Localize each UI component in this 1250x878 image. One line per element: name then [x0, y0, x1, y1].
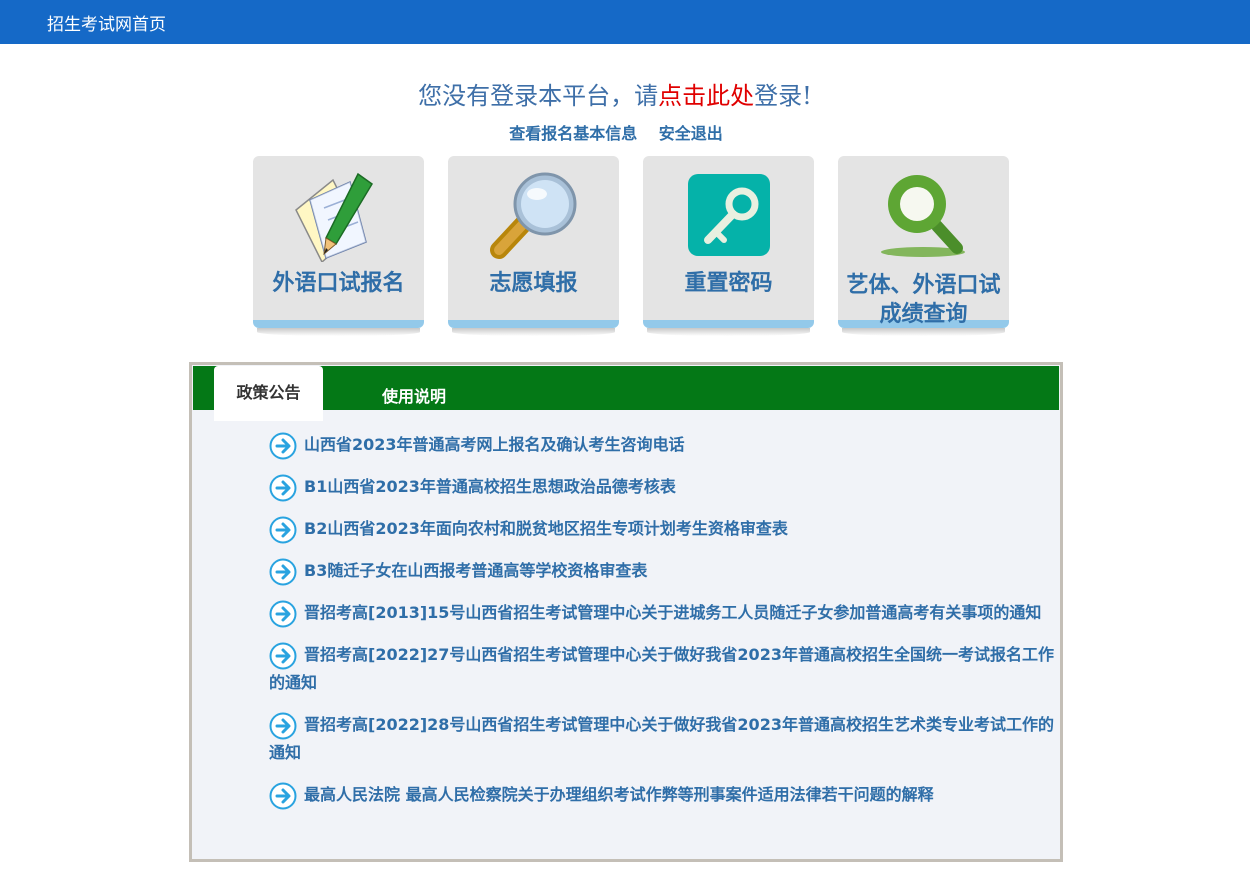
- news-item[interactable]: 晋招考高[2022]27号山西省招生考试管理中心关于做好我省2023年普通高校招…: [269, 641, 1064, 697]
- key-icon: [688, 174, 770, 256]
- news-title: 山西省2023年普通高考网上报名及确认考生咨询电话: [304, 435, 685, 454]
- tab-bar: 政策公告 使用说明: [193, 366, 1059, 421]
- news-item[interactable]: B1山西省2023年普通高校招生思想政治品德考核表: [269, 473, 1064, 502]
- arrow-right-icon: [269, 432, 297, 460]
- home-link[interactable]: 招生考试网首页: [47, 10, 166, 35]
- search-icon: [881, 175, 965, 257]
- tile-shadow: [452, 328, 615, 336]
- tile-shadow: [842, 328, 1005, 336]
- news-item[interactable]: 晋招考高[2022]28号山西省招生考试管理中心关于做好我省2023年普通高校招…: [269, 711, 1064, 767]
- notice-panel: 政策公告 使用说明 山西省2023年普通高考网上报名及确认考生咨询电话 B1山西…: [189, 362, 1063, 862]
- arrow-right-icon: [269, 474, 297, 502]
- logout-link[interactable]: 安全退出: [659, 124, 723, 143]
- top-bar: 招生考试网首页: [0, 0, 1250, 44]
- arrow-right-icon: [269, 642, 297, 670]
- pen-paper-icon: [295, 172, 373, 262]
- arrow-right-icon: [269, 558, 297, 586]
- tile-shadow: [257, 328, 420, 336]
- top-links: 查看报名基本信息 安全退出: [0, 120, 1232, 144]
- arrow-right-icon: [269, 516, 297, 544]
- login-prompt-text: 您没有登录本平台，请: [418, 82, 659, 110]
- news-title: B1山西省2023年普通高校招生思想政治品德考核表: [304, 477, 676, 496]
- news-title: B2山西省2023年面向农村和脱贫地区招生专项计划考生资格审查表: [304, 519, 788, 538]
- tile-reset-password[interactable]: 重置密码: [643, 156, 814, 336]
- news-item[interactable]: 晋招考高[2013]15号山西省招生考试管理中心关于进城务工人员随迁子女参加普通…: [269, 599, 1064, 628]
- tile-oral-exam-signup[interactable]: 外语口试报名: [253, 156, 424, 336]
- news-list: 山西省2023年普通高考网上报名及确认考生咨询电话 B1山西省2023年普通高校…: [269, 431, 1064, 823]
- login-link[interactable]: 点击此处: [658, 82, 754, 110]
- tile-label: 志愿填报: [489, 271, 578, 296]
- news-item[interactable]: B2山西省2023年面向农村和脱贫地区招生专项计划考生资格审查表: [269, 515, 1064, 544]
- tile-label: 重置密码: [684, 271, 773, 296]
- view-info-link[interactable]: 查看报名基本信息: [509, 124, 637, 143]
- magnifier-icon: [490, 172, 577, 259]
- news-title: 晋招考高[2013]15号山西省招生考试管理中心关于进城务工人员随迁子女参加普通…: [304, 603, 1042, 622]
- news-item[interactable]: 山西省2023年普通高考网上报名及确认考生咨询电话: [269, 431, 1064, 460]
- login-prompt: 您没有登录本平台，请点击此处登录!: [0, 76, 1230, 111]
- news-item[interactable]: B3随迁子女在山西报考普通高等学校资格审查表: [269, 557, 1064, 586]
- news-title: B3随迁子女在山西报考普通高等学校资格审查表: [304, 561, 648, 580]
- tile-label: 艺体、外语口试成绩查询: [846, 273, 1001, 327]
- tab-usage-guide[interactable]: 使用说明: [382, 383, 446, 407]
- arrow-right-icon: [269, 712, 297, 740]
- news-item[interactable]: 最高人民法院 最高人民检察院关于办理组织考试作弊等刑事案件适用法律若干问题的解释: [269, 781, 1064, 810]
- news-title: 最高人民法院 最高人民检察院关于办理组织考试作弊等刑事案件适用法律若干问题的解释: [304, 785, 934, 804]
- arrow-right-icon: [269, 600, 297, 628]
- tile-score-query[interactable]: 艺体、外语口试成绩查询: [838, 156, 1009, 336]
- tile-shadow: [647, 328, 810, 336]
- tile-application-fill[interactable]: 志愿填报: [448, 156, 619, 336]
- news-title: 晋招考高[2022]28号山西省招生考试管理中心关于做好我省2023年普通高校招…: [269, 715, 1054, 762]
- login-prompt-suffix: 登录!: [754, 82, 812, 110]
- tab-policy-notices[interactable]: 政策公告: [214, 366, 323, 421]
- arrow-right-icon: [269, 782, 297, 810]
- news-title: 晋招考高[2022]27号山西省招生考试管理中心关于做好我省2023年普通高校招…: [269, 645, 1054, 692]
- tile-label: 外语口试报名: [272, 271, 405, 296]
